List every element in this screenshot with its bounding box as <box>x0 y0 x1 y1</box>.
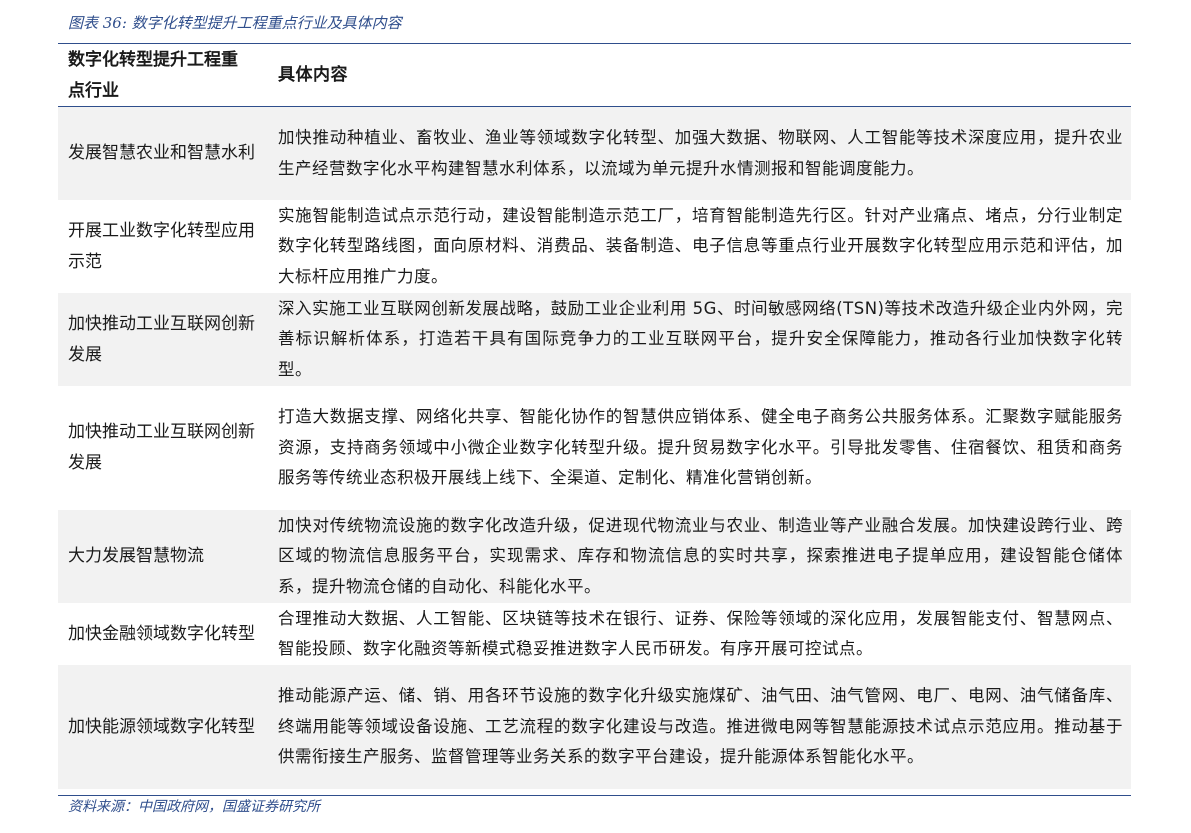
row-content: 实施智能制造试点示范行动，建设智能制造示范工厂，培育智能制造先行区。针对产业痛点… <box>278 205 1123 286</box>
row-content: 加快推动种植业、畜牧业、渔业等领域数字化转型、加强大数据、物联网、人工智能等技术… <box>278 128 1123 178</box>
industry-table: 数字化转型提升工程重点行业 具体内容 发展智慧农业和智慧水利 加快推动种植业、畜… <box>58 45 1131 789</box>
table-header-row: 数字化转型提升工程重点行业 具体内容 <box>58 45 1131 107</box>
table-row: 开展工业数字化转型应用示范 实施智能制造试点示范行动，建设智能制造示范工厂，培育… <box>58 200 1131 293</box>
table-row: 加快推动工业互联网创新发展 深入实施工业互联网创新发展战略，鼓励工业企业利用 5… <box>58 293 1131 386</box>
table-row: 加快能源领域数字化转型 推动能源产运、储、销、用各环节设施的数字化升级实施煤矿、… <box>58 665 1131 789</box>
row-industry: 开展工业数字化转型应用示范 <box>68 220 255 272</box>
table-caption: 图表 36: 数字化转型提升工程重点行业及具体内容 <box>68 14 402 32</box>
source-note: 资料来源：中国政府网，国盛证券研究所 <box>68 799 320 815</box>
row-content: 打造大数据支撑、网络化共享、智能化协作的智慧供应销体系、健全电子商务公共服务体系… <box>278 407 1123 488</box>
row-content: 合理推动大数据、人工智能、区块链等技术在银行、证券、保险等领域的深化应用，发展智… <box>278 608 1123 659</box>
row-industry: 加快金融领域数字化转型 <box>68 623 255 644</box>
row-industry: 加快推动工业互联网创新发展 <box>68 313 255 365</box>
row-industry: 加快能源领域数字化转型 <box>68 716 255 737</box>
row-content: 推动能源产运、储、销、用各环节设施的数字化升级实施煤矿、油气田、油气管网、电厂、… <box>278 686 1123 767</box>
row-industry: 发展智慧农业和智慧水利 <box>68 143 255 163</box>
header-content: 具体内容 <box>278 65 348 85</box>
header-industry: 数字化转型提升工程重点行业 <box>68 49 238 101</box>
table-row: 加快推动工业互联网创新发展 打造大数据支撑、网络化共享、智能化协作的智慧供应销体… <box>58 386 1131 510</box>
row-content: 加快对传统物流设施的数字化改造升级，促进现代物流业与农业、制造业等产业融合发展。… <box>278 515 1123 596</box>
table-row: 发展智慧农业和智慧水利 加快推动种植业、畜牧业、渔业等领域数字化转型、加强大数据… <box>58 107 1131 200</box>
row-content: 深入实施工业互联网创新发展战略，鼓励工业企业利用 5G、时间敏感网络(TSN)等… <box>278 298 1123 379</box>
table-row: 加快金融领域数字化转型 合理推动大数据、人工智能、区块链等技术在银行、证券、保险… <box>58 603 1131 665</box>
table-row: 大力发展智慧物流 加快对传统物流设施的数字化改造升级，促进现代物流业与农业、制造… <box>58 510 1131 603</box>
row-industry: 大力发展智慧物流 <box>68 546 204 566</box>
row-industry: 加快推动工业互联网创新发展 <box>68 422 255 473</box>
